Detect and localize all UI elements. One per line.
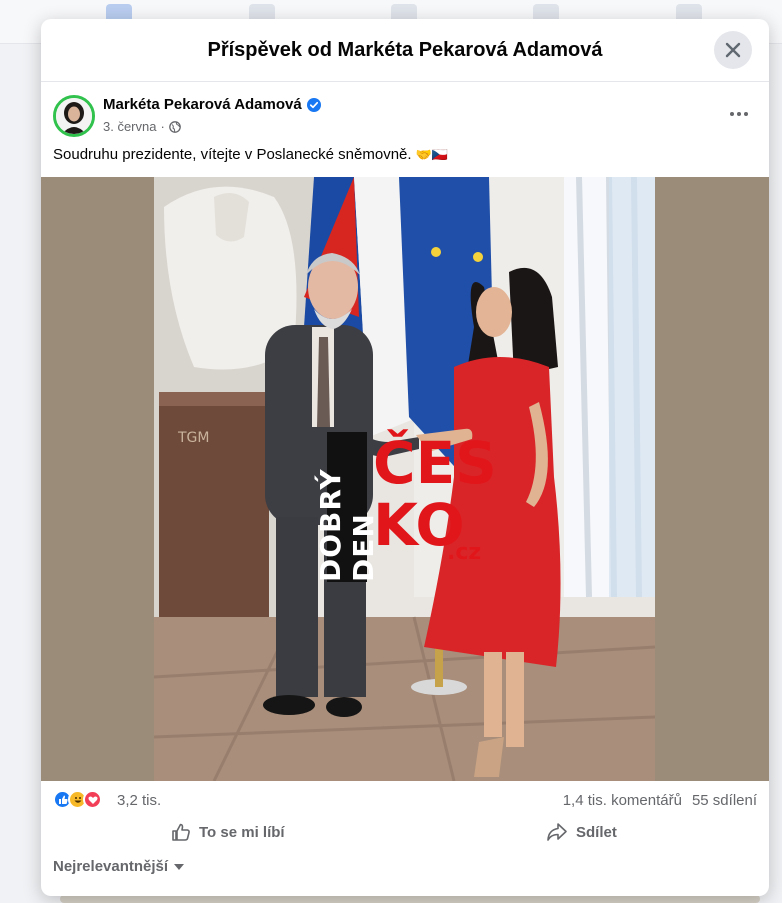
verified-icon xyxy=(306,97,321,112)
more-icon xyxy=(730,112,748,116)
post-message: Soudruhu prezidente, vítejte v Poslaneck… xyxy=(53,146,412,163)
comment-share-counts: 1,4 tis. komentářů 55 sdílení xyxy=(563,792,757,809)
post-date[interactable]: 3. června xyxy=(103,119,156,134)
avatar[interactable] xyxy=(53,95,95,137)
globe-icon xyxy=(168,120,181,133)
post-emojis: 🤝🇨🇿 xyxy=(415,147,449,162)
reaction-icons[interactable] xyxy=(53,790,102,809)
engagement-stats: 3,2 tis. 1,4 tis. komentářů 55 sdílení xyxy=(41,785,769,815)
thumbs-up-icon xyxy=(172,823,190,841)
like-button[interactable]: To se mi líbí xyxy=(171,817,285,847)
watermark-vertical: DOBRÝ DEN xyxy=(314,432,380,582)
caret-down-icon xyxy=(174,863,185,870)
modal-title: Příspěvek od Markéta Pekarová Adamová xyxy=(207,38,603,61)
post-photo-container[interactable]: TGM DOBRÝ DEN ČES KO .cz xyxy=(41,177,769,781)
author-name[interactable]: Markéta Pekarová Adamová xyxy=(103,96,302,113)
post-actions: To se mi líbí Sdílet xyxy=(41,815,769,847)
love-reaction-icon xyxy=(83,790,102,809)
share-button[interactable]: Sdílet xyxy=(546,817,617,847)
watermark-suffix: .cz xyxy=(447,540,482,565)
more-options-button[interactable] xyxy=(725,104,753,124)
avatar-portrait xyxy=(56,98,92,134)
modal-header: Příspěvek od Markéta Pekarová Adamová xyxy=(41,19,769,82)
watermark-line1: ČES xyxy=(373,429,497,497)
like-label: To se mi líbí xyxy=(199,823,285,841)
comment-count[interactable]: 1,4 tis. komentářů xyxy=(563,792,682,809)
post-meta: 3. června · xyxy=(103,119,181,134)
svg-text:TGM: TGM xyxy=(177,430,209,446)
close-icon xyxy=(725,42,741,58)
close-button[interactable] xyxy=(714,31,752,69)
background-post-strip xyxy=(60,895,760,903)
watermark-logo: DOBRÝ DEN ČES KO .cz xyxy=(314,429,527,592)
watermark-title: ČES KO xyxy=(373,429,497,556)
comment-sort-dropdown[interactable]: Nejrelevantnější xyxy=(53,858,185,875)
meta-separator: · xyxy=(160,119,165,134)
post-author[interactable]: Markéta Pekarová Adamová xyxy=(103,96,321,113)
post-modal: Příspěvek od Markéta Pekarová Adamová Ma… xyxy=(41,19,769,896)
share-count[interactable]: 55 sdílení xyxy=(692,792,757,809)
sort-label: Nejrelevantnější xyxy=(53,858,169,875)
share-icon xyxy=(547,823,567,841)
post-header: Markéta Pekarová Adamová 3. června · xyxy=(41,82,769,142)
reaction-count[interactable]: 3,2 tis. xyxy=(117,792,161,809)
share-label: Sdílet xyxy=(576,823,617,841)
